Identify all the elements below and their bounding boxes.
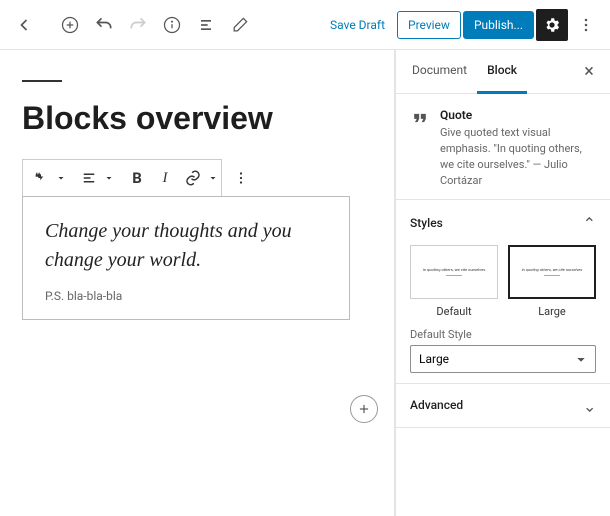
block-type-icon[interactable]: ❝: [27, 160, 55, 196]
dropdown-icon[interactable]: [55, 160, 67, 196]
chevron-down-icon: ⌃: [583, 396, 596, 415]
close-sidebar-icon[interactable]: ×: [574, 57, 604, 87]
quote-text[interactable]: Change your thoughts and you change your…: [45, 217, 327, 275]
style-label: Large: [508, 305, 596, 318]
toolbar-left: [8, 9, 256, 41]
style-option-default[interactable]: In quoting others, we cite ourselves Def…: [410, 245, 498, 318]
edit-icon[interactable]: [224, 9, 256, 41]
default-style-select[interactable]: Large: [410, 345, 596, 373]
save-draft-button[interactable]: Save Draft: [320, 12, 395, 38]
toolbar-right: Save Draft Preview Publish...: [320, 9, 602, 41]
advanced-heading: Advanced: [410, 398, 463, 412]
chevron-up-icon: ⌃: [583, 214, 596, 233]
publish-button[interactable]: Publish...: [463, 11, 534, 39]
top-toolbar: Save Draft Preview Publish...: [0, 0, 610, 50]
quote-block[interactable]: Change your thoughts and you change your…: [22, 196, 350, 320]
style-option-large[interactable]: In quoting others, we cite ourselves Lar…: [508, 245, 596, 318]
main-area: Blocks overview ❝ B I: [0, 50, 610, 516]
inserter-icon[interactable]: [350, 395, 378, 423]
style-label: Default: [410, 305, 498, 318]
add-block-icon[interactable]: [54, 9, 86, 41]
settings-sidebar: Document Block × Quote Give quoted text …: [395, 50, 610, 516]
advanced-panel: Advanced ⌃: [396, 384, 610, 428]
block-info-title: Quote: [440, 108, 596, 122]
title-separator: [22, 80, 62, 82]
more-format-dropdown-icon[interactable]: [207, 160, 219, 196]
quote-icon: [410, 108, 430, 189]
align-dropdown-icon[interactable]: [103, 160, 115, 196]
advanced-panel-toggle[interactable]: Advanced ⌃: [410, 396, 596, 415]
default-style-label: Default Style: [410, 328, 596, 341]
post-title[interactable]: Blocks overview: [22, 100, 364, 137]
block-more-icon[interactable]: [227, 160, 255, 196]
info-icon[interactable]: [156, 9, 188, 41]
tab-block[interactable]: Block: [477, 50, 527, 94]
svg-text:❝: ❝: [35, 170, 41, 183]
styles-panel: Styles ⌃ In quoting others, we cite ours…: [396, 200, 610, 384]
redo-icon[interactable]: [122, 9, 154, 41]
align-icon[interactable]: [75, 160, 103, 196]
quote-citation[interactable]: P.S. bla-bla-bla: [45, 289, 327, 303]
preview-button[interactable]: Preview: [397, 11, 461, 39]
italic-button[interactable]: I: [151, 160, 179, 196]
tab-document[interactable]: Document: [402, 50, 477, 94]
bold-button[interactable]: B: [123, 160, 151, 196]
styles-heading: Styles: [410, 216, 443, 230]
back-icon[interactable]: [8, 9, 40, 41]
sidebar-tabs: Document Block ×: [396, 50, 610, 94]
undo-icon[interactable]: [88, 9, 120, 41]
settings-icon[interactable]: [536, 9, 568, 41]
block-toolbar: ❝ B I: [22, 159, 222, 197]
outline-icon[interactable]: [190, 9, 222, 41]
editor-canvas[interactable]: Blocks overview ❝ B I: [0, 50, 395, 516]
more-icon[interactable]: [570, 9, 602, 41]
block-info-description: Give quoted text visual emphasis. "In qu…: [440, 125, 596, 189]
block-info-panel: Quote Give quoted text visual emphasis. …: [396, 94, 610, 200]
link-icon[interactable]: [179, 160, 207, 196]
styles-panel-toggle[interactable]: Styles ⌃: [410, 214, 596, 233]
